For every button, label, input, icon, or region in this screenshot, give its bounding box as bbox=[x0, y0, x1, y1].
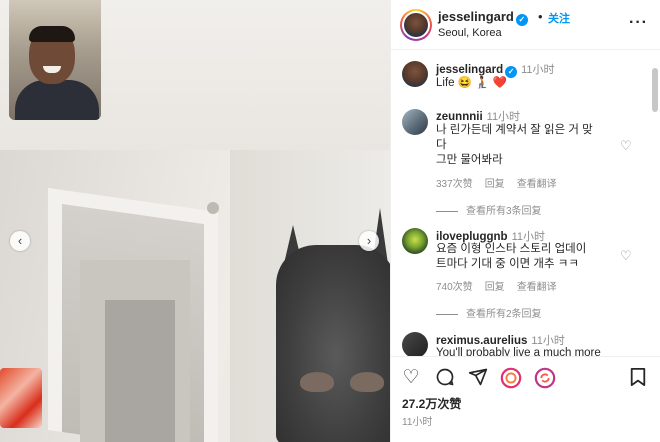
post-header: jesselingard ✓ • 关注 Seoul, Korea ··· bbox=[391, 0, 660, 50]
batman-mask-right-eye bbox=[350, 372, 384, 392]
comment-meta: 740次赞 回复 查看翻译 bbox=[436, 278, 569, 293]
comment-translate-button[interactable]: 查看翻译 bbox=[517, 179, 557, 190]
comment-like-heart-icon[interactable]: ♡ bbox=[620, 248, 632, 264]
caption-avatar[interactable] bbox=[402, 61, 428, 87]
post-like-count[interactable]: 27.2万次赞 bbox=[402, 395, 461, 412]
comment-text: You'll probably live a much more bbox=[436, 346, 626, 356]
comment-avatar[interactable] bbox=[402, 332, 428, 356]
batman-mask-left-eye bbox=[300, 372, 334, 392]
comment-like-count[interactable]: 740次赞 bbox=[436, 282, 473, 293]
more-horizontal-icon[interactable]: ··· bbox=[629, 14, 648, 32]
batman-mask bbox=[276, 245, 390, 442]
comment-like-count[interactable]: 337次赞 bbox=[436, 179, 473, 190]
post-location[interactable]: Seoul, Korea bbox=[438, 27, 502, 39]
author-avatar[interactable] bbox=[400, 9, 432, 41]
comment-reply-button[interactable]: 回复 bbox=[485, 282, 505, 293]
caption-text: Life 😆 🧎🏾 ❤️ bbox=[436, 77, 508, 89]
comments-list[interactable]: jesselingard ✓ 11小时 Life 😆 🧎🏾 ❤️ zeunnnii 1… bbox=[391, 51, 660, 356]
remix-badge-icon[interactable] bbox=[534, 367, 556, 389]
author-avatar-image bbox=[404, 13, 428, 37]
reel-badge-icon[interactable] bbox=[500, 367, 522, 389]
view-replies-button[interactable]: 查看所有3条回复 bbox=[436, 202, 542, 217]
comment-bubble-icon[interactable] bbox=[434, 367, 456, 389]
save-bookmark-icon[interactable] bbox=[627, 367, 649, 389]
comment-username[interactable]: zeunnnii bbox=[436, 111, 483, 123]
comment-reply-button[interactable]: 回复 bbox=[485, 179, 505, 190]
carousel-prev-button[interactable]: ‹ bbox=[10, 231, 30, 251]
comment-header: zeunnnii 11小时 bbox=[436, 108, 520, 124]
post-side-panel: jesselingard ✓ • 关注 Seoul, Korea ··· jess… bbox=[390, 0, 660, 442]
like-heart-icon[interactable]: ♡ bbox=[400, 367, 422, 389]
photo-snack-bag bbox=[0, 368, 42, 428]
share-send-icon[interactable] bbox=[467, 367, 489, 389]
comment-text: 요즘 이형 인스타 스토리 업데이 트마다 기대 중 이면 개추 ㅋㅋ bbox=[436, 242, 626, 272]
comment-avatar[interactable] bbox=[402, 228, 428, 254]
comment-like-heart-icon[interactable]: ♡ bbox=[620, 138, 632, 154]
comment-text-line: 그만 물어봐라 bbox=[436, 154, 503, 166]
comment-text-line: 요즘 이형 인스타 스토리 업데이 bbox=[436, 243, 587, 255]
pip-person-shirt bbox=[15, 80, 99, 120]
author-username[interactable]: jesselingard ✓ bbox=[438, 9, 528, 26]
carousel-next-button[interactable]: › bbox=[359, 231, 379, 251]
comment-time: 11小时 bbox=[486, 111, 521, 123]
post-actions-bar: ♡ 27.2万次赞 11小时 bbox=[391, 356, 660, 442]
comment-meta: 337次赞 回复 查看翻译 bbox=[436, 175, 569, 190]
comment-text-line: 나 린가든데 계약서 잘 읽은 거 맞 bbox=[436, 124, 593, 136]
photo-smoke-detector bbox=[207, 202, 219, 214]
caption-time: 11小时 bbox=[521, 64, 555, 76]
view-replies-button[interactable]: 查看所有2条回复 bbox=[436, 305, 542, 320]
comment-text-line: 다 bbox=[436, 139, 447, 151]
video-call-pip bbox=[9, 0, 101, 120]
header-separator: • bbox=[538, 9, 543, 24]
comment-text-line: 트마다 기대 중 이면 개추 ㅋㅋ bbox=[436, 258, 579, 270]
comment-avatar[interactable] bbox=[402, 109, 428, 135]
photo-doorway-shadow bbox=[105, 300, 175, 442]
verified-badge-icon: ✓ bbox=[515, 14, 528, 26]
post-timestamp: 11小时 bbox=[402, 417, 433, 428]
comment-text: 나 린가든데 계약서 잘 읽은 거 맞 다 그만 물어봐라 bbox=[436, 123, 626, 168]
caption-username[interactable]: jesselingard bbox=[436, 64, 503, 76]
comment-text-line: You'll probably live a much more bbox=[436, 347, 601, 356]
post-media[interactable]: ‹ › bbox=[0, 0, 390, 442]
pip-person-hair bbox=[29, 26, 75, 42]
comment-translate-button[interactable]: 查看翻译 bbox=[517, 282, 557, 293]
follow-button[interactable]: 关注 bbox=[548, 10, 570, 26]
comments-scrollbar[interactable] bbox=[652, 68, 658, 112]
author-username-text[interactable]: jesselingard bbox=[438, 9, 514, 24]
